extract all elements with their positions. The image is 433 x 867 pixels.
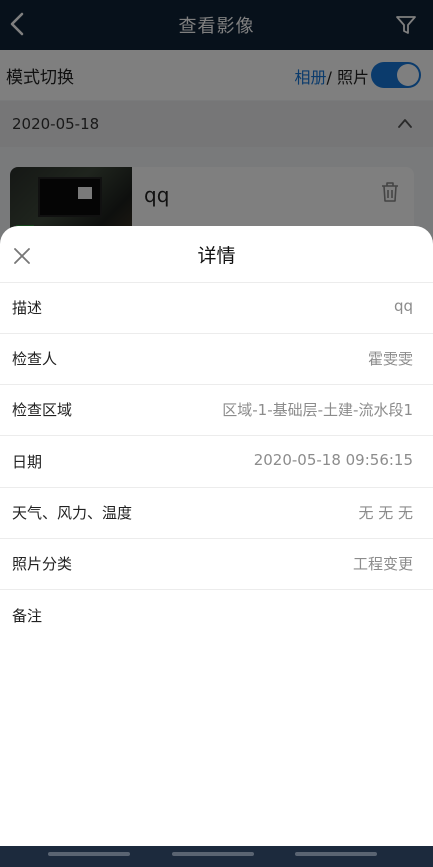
nav-back-pill[interactable] (295, 852, 377, 856)
detail-row-area: 检查区域 区域-1-基础层-土建-流水段1 (0, 384, 433, 436)
nav-home-pill[interactable] (172, 852, 254, 856)
detail-key: 天气、风力、温度 (12, 504, 133, 522)
detail-value: qq (393, 297, 413, 315)
system-nav-bar (0, 846, 433, 867)
detail-row-inspector: 检查人 霍雯雯 (0, 333, 433, 385)
detail-value: 霍雯雯 (367, 350, 413, 368)
detail-value: 无 无 无 (358, 504, 413, 522)
sheet-header: 详情 (0, 226, 433, 283)
nav-menu-pill[interactable] (48, 852, 130, 856)
detail-row-category: 照片分类 工程变更 (0, 538, 433, 590)
detail-key: 照片分类 (12, 555, 73, 573)
detail-value: 2020-05-18 09:56:15 (253, 451, 413, 469)
details-sheet: 详情 描述 qq 检查人 霍雯雯 检查区域 区域-1-基础层-土建-流水段1 日… (0, 226, 433, 846)
detail-value: 工程变更 (352, 555, 413, 573)
detail-row-description: 描述 qq (0, 282, 433, 334)
detail-value: 区域-1-基础层-土建-流水段1 (222, 401, 413, 419)
detail-key: 检查人 (12, 350, 58, 368)
detail-key: 日期 (12, 453, 43, 471)
detail-key: 备注 (12, 607, 43, 625)
detail-row-weather: 天气、风力、温度 无 无 无 (0, 487, 433, 539)
detail-row-date: 日期 2020-05-18 09:56:15 (0, 436, 433, 488)
sheet-title: 详情 (197, 245, 236, 267)
detail-key: 描述 (12, 299, 43, 317)
detail-key: 检查区域 (12, 401, 73, 419)
detail-row-remark: 备注 (0, 590, 433, 641)
